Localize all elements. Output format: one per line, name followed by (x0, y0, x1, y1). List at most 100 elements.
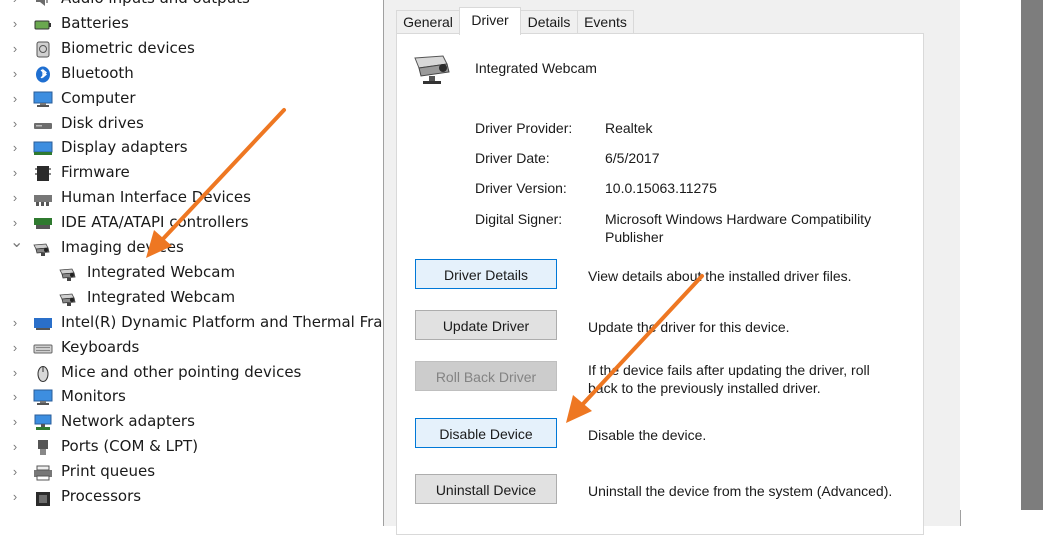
network-adapter-icon (33, 414, 53, 431)
chevron-right-icon[interactable]: › (10, 365, 20, 380)
chevron-right-icon[interactable]: › (10, 166, 20, 180)
device-name: Integrated Webcam (475, 60, 597, 76)
tree-category-item[interactable]: › Display adapters (0, 136, 384, 161)
disable-device-description: Disable the device. (588, 427, 707, 443)
camera-icon (59, 265, 79, 282)
device-properties-dialog: General Driver Details Events Integrated… (383, 0, 961, 535)
digital-signer-label: Digital Signer: (475, 211, 563, 227)
tree-item-label: Mice and other pointing devices (61, 362, 302, 381)
chevron-right-icon[interactable]: › (10, 41, 20, 56)
tree-category-item[interactable]: › IDE ATA/ATAPI controllers (0, 211, 384, 236)
driver-provider-value: Realtek (605, 120, 653, 136)
keyboard-icon (33, 340, 53, 357)
chevron-right-icon[interactable]: › (10, 141, 20, 155)
chevron-right-icon[interactable]: › (10, 91, 20, 106)
tree-item-label: Disk drives (61, 113, 144, 132)
chevron-right-icon[interactable]: › (10, 415, 20, 429)
tree-category-item[interactable]: › Bluetooth (0, 62, 384, 87)
tree-item-label: Monitors (61, 387, 126, 406)
tree-item-label: Human Interface Devices (61, 188, 251, 207)
scrollbar-track[interactable] (1021, 0, 1043, 510)
bluetooth-icon (33, 66, 53, 83)
roll-back-driver-description: If the device fails after updating the d… (588, 362, 870, 396)
tree-item-label: Keyboards (61, 337, 140, 356)
chevron-right-icon[interactable]: › (10, 66, 20, 81)
tree-category-item[interactable]: › Mice and other pointing devices (0, 361, 384, 386)
tree-item-label: Print queues (61, 462, 156, 481)
roll-back-driver-button[interactable]: Roll Back Driver (415, 361, 557, 391)
mouse-icon (33, 365, 53, 382)
thermal-framework-icon (33, 315, 53, 332)
speaker-icon (33, 0, 53, 8)
tree-category-item[interactable]: › Intel(R) Dynamic Platform and Thermal F… (0, 311, 384, 336)
tab-driver[interactable]: Driver (459, 7, 521, 35)
tree-item-label: Intel(R) Dynamic Platform and Thermal Fr… (61, 312, 384, 331)
chevron-right-icon[interactable]: › (10, 16, 20, 31)
tree-item-label: Display adapters (61, 138, 188, 157)
tree-item-label: Biometric devices (61, 38, 195, 57)
tree-category-item[interactable]: › Monitors (0, 385, 384, 410)
tree-item-label: Network adapters (61, 412, 195, 431)
chevron-right-icon[interactable]: › (10, 465, 20, 479)
firmware-icon (33, 165, 53, 182)
driver-tab-panel: Integrated Webcam Driver Provider: Realt… (396, 33, 924, 535)
tree-item-label: Audio inputs and outputs (61, 0, 250, 8)
tab-details[interactable]: Details (520, 10, 578, 33)
tab-general[interactable]: General (396, 10, 460, 33)
driver-date-value: 6/5/2017 (605, 150, 660, 166)
tree-item-label: Firmware (61, 163, 130, 182)
uninstall-device-button[interactable]: Uninstall Device (415, 474, 557, 504)
tree-item-label: Computer (61, 88, 136, 107)
printer-icon (33, 464, 53, 481)
camera-icon (33, 240, 53, 257)
tree-category-item[interactable]: ⌄ Imaging devices (0, 235, 384, 261)
driver-details-description: View details about the installed driver … (588, 268, 852, 284)
tree-category-item[interactable]: › Print queues (0, 460, 384, 485)
tree-item-label: Bluetooth (61, 63, 134, 82)
update-driver-description: Update the driver for this device. (588, 319, 790, 335)
chevron-right-icon[interactable]: › (10, 340, 20, 355)
tree-category-item[interactable]: › Firmware (0, 161, 384, 186)
ide-controller-icon (33, 215, 53, 232)
fingerprint-icon (33, 41, 53, 58)
chevron-right-icon[interactable]: › (10, 0, 20, 6)
tree-category-item[interactable]: › Biometric devices (0, 37, 384, 62)
tree-category-item[interactable]: › Disk drives (0, 112, 384, 137)
chevron-right-icon[interactable]: › (10, 191, 20, 205)
chevron-right-icon[interactable]: › (10, 390, 20, 404)
webcam-icon (414, 55, 450, 84)
tree-category-item[interactable]: › Keyboards (0, 336, 384, 361)
chevron-right-icon[interactable]: › (10, 315, 20, 330)
chevron-down-icon[interactable]: ⌄ (10, 235, 23, 251)
tab-events[interactable]: Events (577, 10, 634, 33)
tree-category-item[interactable]: › Network adapters (0, 410, 384, 435)
monitor-icon (33, 91, 53, 108)
tree-category-item[interactable]: › Ports (COM & LPT) (0, 435, 384, 460)
chevron-right-icon[interactable]: › (10, 216, 20, 230)
tree-category-item[interactable]: › Processors (0, 485, 384, 510)
tree-category-item[interactable]: › Human Interface Devices (0, 186, 384, 211)
tree-item-label: Batteries (61, 13, 129, 32)
driver-version-value: 10.0.15063.11275 (605, 180, 717, 196)
port-icon (33, 439, 53, 456)
device-tree: › Audio inputs and outputs › Batteries › Biom… (0, 0, 384, 510)
tree-category-item[interactable]: › Batteries (0, 12, 384, 37)
tree-category-item[interactable]: › Audio inputs and outputs (0, 0, 384, 12)
driver-provider-label: Driver Provider: (475, 120, 573, 136)
hid-icon (33, 190, 53, 207)
tree-item-label: Integrated Webcam (87, 287, 236, 306)
disable-device-button[interactable]: Disable Device (415, 418, 557, 448)
tree-child-item[interactable]: Integrated Webcam (0, 286, 384, 311)
disk-drive-icon (33, 116, 53, 133)
digital-signer-value: Microsoft Windows Hardware Compatibility… (605, 211, 872, 245)
chevron-right-icon[interactable]: › (10, 490, 20, 504)
tree-child-item[interactable]: Integrated Webcam (0, 261, 384, 286)
tree-item-label: Processors (61, 487, 142, 505)
tree-item-label: Imaging devices (61, 238, 184, 256)
chevron-right-icon[interactable]: › (10, 440, 20, 454)
chevron-right-icon[interactable]: › (10, 116, 20, 131)
driver-details-button[interactable]: Driver Details (415, 259, 557, 289)
update-driver-button[interactable]: Update Driver (415, 310, 557, 340)
processor-icon (33, 489, 53, 506)
tree-category-item[interactable]: › Computer (0, 87, 384, 112)
